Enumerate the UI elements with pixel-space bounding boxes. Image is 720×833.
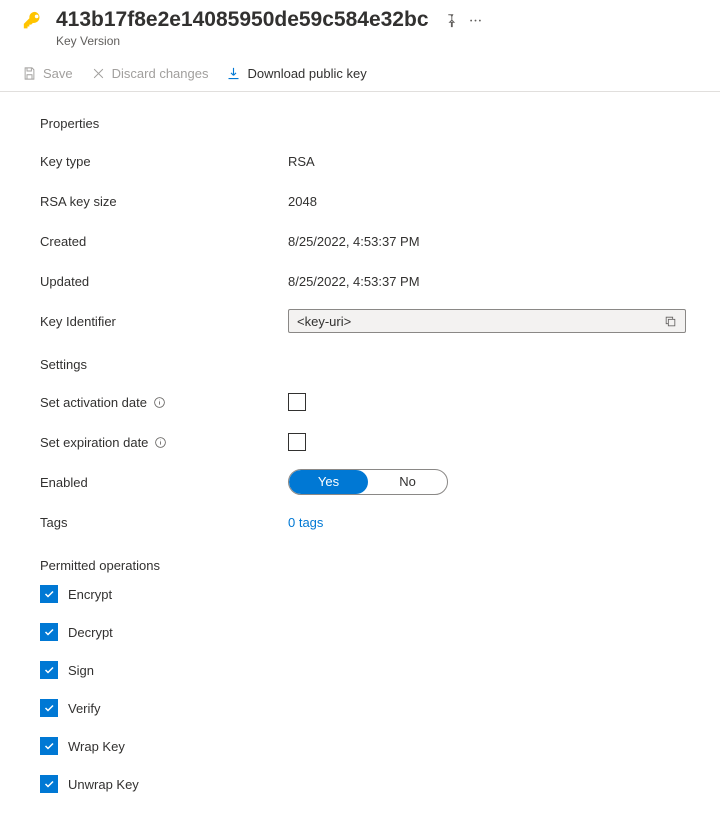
- checkbox-expiration[interactable]: [288, 433, 306, 451]
- value-key-type: RSA: [288, 154, 315, 169]
- op-encrypt: Encrypt: [40, 585, 698, 603]
- op-label: Decrypt: [68, 625, 113, 640]
- section-properties: Properties: [40, 116, 698, 131]
- toggle-no[interactable]: No: [368, 470, 447, 494]
- save-icon: [22, 66, 37, 81]
- label-key-type: Key type: [40, 154, 288, 169]
- toggle-yes[interactable]: Yes: [289, 470, 368, 494]
- op-label: Wrap Key: [68, 739, 125, 754]
- enabled-toggle[interactable]: Yes No: [288, 469, 448, 495]
- row-rsa-size: RSA key size 2048: [40, 183, 698, 219]
- checkbox-decrypt[interactable]: [40, 623, 58, 641]
- copy-icon[interactable]: [664, 315, 677, 328]
- label-activation: Set activation date: [40, 395, 147, 410]
- key-icon: [22, 10, 44, 35]
- identifier-value: <key-uri>: [297, 314, 664, 329]
- checkbox-sign[interactable]: [40, 661, 58, 679]
- label-enabled: Enabled: [40, 475, 288, 490]
- op-label: Verify: [68, 701, 101, 716]
- op-wrap: Wrap Key: [40, 737, 698, 755]
- op-label: Sign: [68, 663, 94, 678]
- download-button[interactable]: Download public key: [226, 66, 366, 81]
- label-rsa-size: RSA key size: [40, 194, 288, 209]
- info-icon[interactable]: [153, 396, 166, 409]
- download-label: Download public key: [247, 66, 366, 81]
- content: Properties Key type RSA RSA key size 204…: [0, 92, 720, 833]
- op-unwrap: Unwrap Key: [40, 775, 698, 793]
- checkbox-activation[interactable]: [288, 393, 306, 411]
- op-label: Encrypt: [68, 587, 112, 602]
- op-verify: Verify: [40, 699, 698, 717]
- close-icon: [91, 66, 106, 81]
- label-created: Created: [40, 234, 288, 249]
- pin-icon[interactable]: [443, 13, 458, 28]
- more-icon[interactable]: [468, 13, 483, 28]
- row-identifier: Key Identifier <key-uri>: [40, 303, 698, 339]
- checkbox-wrap[interactable]: [40, 737, 58, 755]
- checkbox-unwrap[interactable]: [40, 775, 58, 793]
- label-tags: Tags: [40, 515, 288, 530]
- page-subtitle: Key Version: [56, 34, 698, 48]
- identifier-field[interactable]: <key-uri>: [288, 309, 686, 333]
- op-decrypt: Decrypt: [40, 623, 698, 641]
- value-created: 8/25/2022, 4:53:37 PM: [288, 234, 420, 249]
- section-settings: Settings: [40, 357, 698, 372]
- row-created: Created 8/25/2022, 4:53:37 PM: [40, 223, 698, 259]
- save-button[interactable]: Save: [22, 66, 73, 81]
- label-updated: Updated: [40, 274, 288, 289]
- discard-button[interactable]: Discard changes: [91, 66, 209, 81]
- row-tags: Tags 0 tags: [40, 504, 698, 540]
- row-activation: Set activation date: [40, 384, 698, 420]
- row-expiration: Set expiration date: [40, 424, 698, 460]
- save-label: Save: [43, 66, 73, 81]
- checkbox-verify[interactable]: [40, 699, 58, 717]
- op-sign: Sign: [40, 661, 698, 679]
- toolbar: Save Discard changes Download public key: [0, 54, 720, 92]
- page-header: 413b17f8e2e14085950de59c584e32bc Key Ver…: [0, 0, 720, 48]
- tags-link[interactable]: 0 tags: [288, 515, 323, 530]
- row-key-type: Key type RSA: [40, 143, 698, 179]
- value-rsa-size: 2048: [288, 194, 317, 209]
- value-updated: 8/25/2022, 4:53:37 PM: [288, 274, 420, 289]
- label-expiration: Set expiration date: [40, 435, 148, 450]
- discard-label: Discard changes: [112, 66, 209, 81]
- checkbox-encrypt[interactable]: [40, 585, 58, 603]
- label-identifier: Key Identifier: [40, 314, 288, 329]
- section-permitted: Permitted operations: [40, 558, 698, 573]
- row-updated: Updated 8/25/2022, 4:53:37 PM: [40, 263, 698, 299]
- row-enabled: Enabled Yes No: [40, 464, 698, 500]
- op-label: Unwrap Key: [68, 777, 139, 792]
- page-title: 413b17f8e2e14085950de59c584e32bc: [56, 8, 429, 32]
- download-icon: [226, 66, 241, 81]
- info-icon[interactable]: [154, 436, 167, 449]
- ops-list: Encrypt Decrypt Sign Verify Wrap Key Unw…: [40, 585, 698, 793]
